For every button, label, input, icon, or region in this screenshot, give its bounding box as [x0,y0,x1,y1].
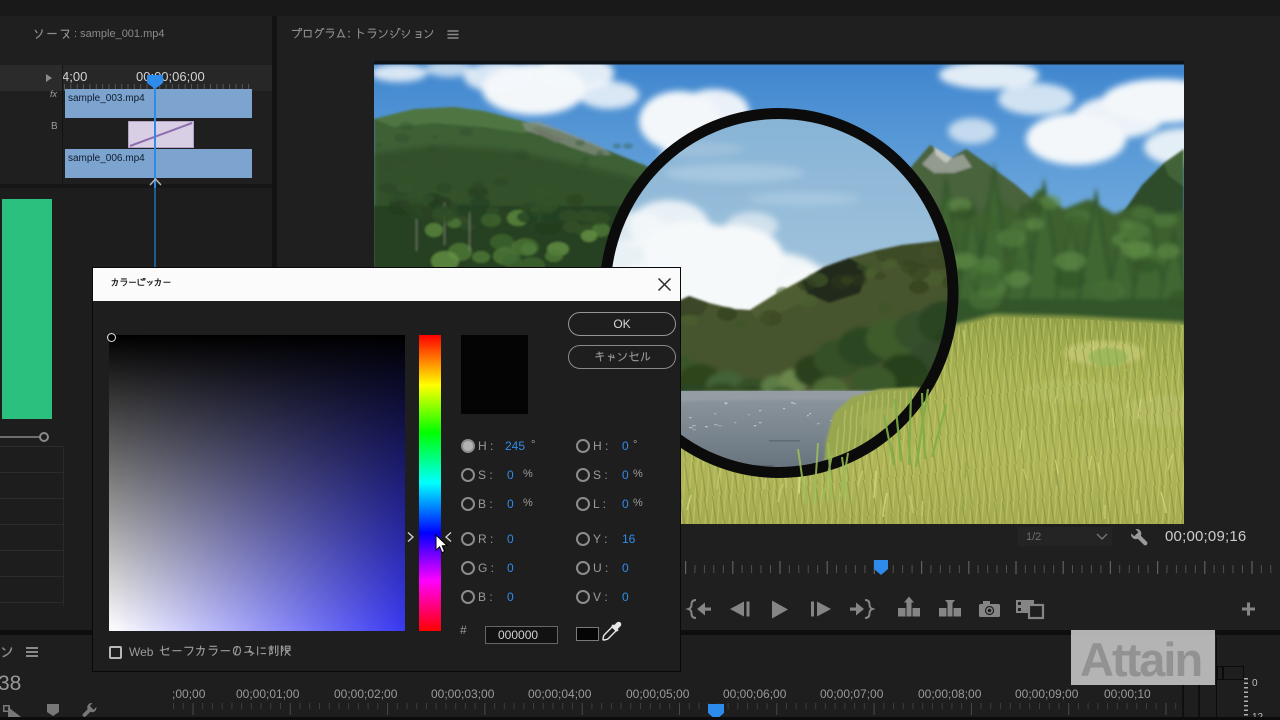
svg-text:0: 0 [1252,678,1258,689]
